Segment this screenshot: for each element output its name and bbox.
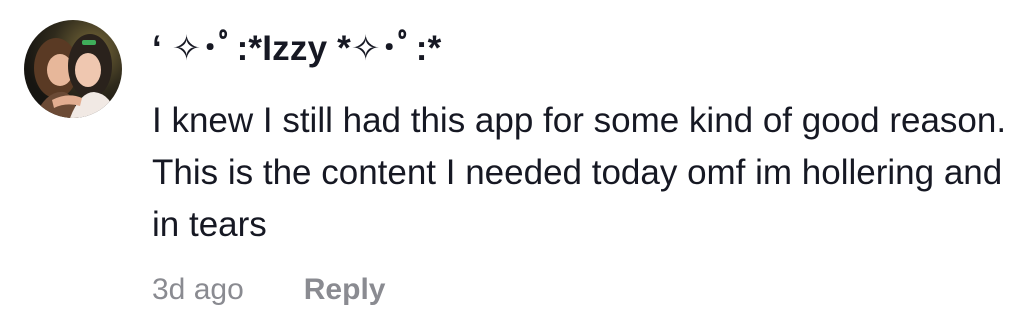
comment-item: ‘ ✧･ﾟ:*Izzy *✧･ﾟ:* I knew I still had th…: [0, 0, 1024, 335]
comment-username[interactable]: ‘ ✧･ﾟ:*Izzy *✧･ﾟ:*: [152, 24, 441, 74]
avatar-photo-icon: [24, 20, 122, 118]
comment-meta: 3d ago Reply: [152, 266, 385, 314]
avatar[interactable]: [24, 20, 122, 118]
comment-timestamp: 3d ago: [152, 273, 244, 306]
comment-text: I knew I still had this app for some kin…: [152, 101, 1007, 244]
reply-button[interactable]: Reply: [304, 273, 386, 307]
